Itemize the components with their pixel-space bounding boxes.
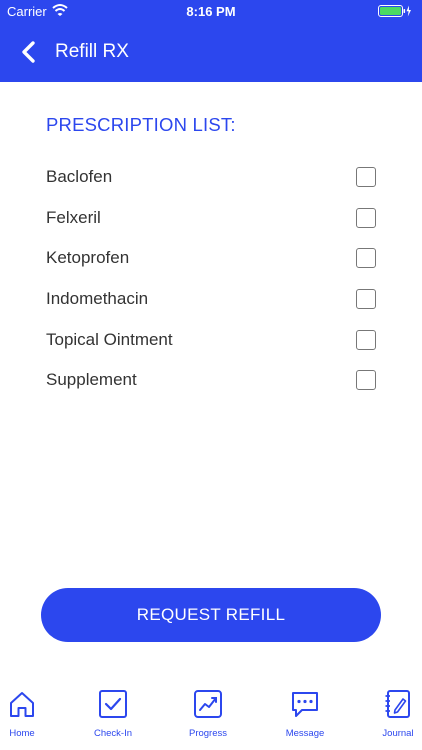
prescription-list-title: PRESCRIPTION LIST: — [46, 114, 236, 135]
battery-icon — [378, 5, 411, 17]
prescription-checkbox[interactable] — [356, 167, 376, 187]
home-icon — [10, 692, 34, 717]
tab-home[interactable]: Home — [0, 689, 57, 739]
chat-bubble-icon — [292, 692, 318, 717]
prescription-item[interactable]: Supplement — [0, 360, 422, 401]
status-time: 8:16 PM — [186, 4, 236, 19]
tab-bar: Home Check-In Progress Message Journal — [0, 682, 422, 750]
prescription-item-label: Ketoprofen — [46, 248, 130, 268]
tab-progress[interactable]: Progress — [173, 689, 243, 739]
tab-check-in[interactable]: Check-In — [78, 689, 148, 739]
back-chevron-icon[interactable] — [18, 39, 40, 65]
prescription-item[interactable]: Baclofen — [0, 157, 422, 198]
tab-check-in-label: Check-In — [93, 728, 132, 739]
checkbox-icon — [99, 690, 127, 718]
prescription-item-label: Supplement — [46, 370, 137, 390]
prescription-list: Baclofen Felxeril Ketoprofen Indomethaci… — [0, 157, 422, 401]
prescription-checkbox[interactable] — [356, 289, 376, 310]
prescription-checkbox[interactable] — [356, 329, 376, 350]
prescription-item-label: Baclofen — [46, 167, 113, 186]
trend-chart-icon — [194, 690, 222, 718]
tab-message-label: Message — [285, 728, 325, 739]
status-bar: Carrier 8:16 PM — [0, 0, 422, 22]
request-refill-button[interactable]: REQUEST REFILL — [41, 588, 381, 642]
tab-progress-label: Progress — [188, 728, 227, 739]
tab-journal-label: Journal — [382, 728, 414, 739]
notebook-pen-icon — [385, 690, 410, 718]
prescription-item-label: Topical Ointment — [46, 329, 173, 349]
prescription-item[interactable]: Ketoprofen — [0, 238, 422, 279]
prescription-item-label: Felxeril — [46, 207, 101, 227]
prescription-item[interactable]: Topical Ointment — [0, 320, 422, 361]
page-title: Refill RX — [55, 41, 129, 62]
prescription-checkbox[interactable] — [356, 248, 376, 269]
prescription-checkbox[interactable] — [356, 370, 376, 391]
prescription-item[interactable]: Felxeril — [0, 198, 422, 239]
tab-journal[interactable]: Journal — [363, 689, 422, 739]
prescription-checkbox[interactable] — [356, 207, 376, 228]
tab-message[interactable]: Message — [270, 689, 340, 739]
tab-home-label: Home — [9, 728, 35, 739]
prescription-item[interactable]: Indomethacin — [0, 279, 422, 320]
navigation-bar: Refill RX — [0, 22, 422, 82]
prescription-item-label: Indomethacin — [46, 289, 149, 309]
